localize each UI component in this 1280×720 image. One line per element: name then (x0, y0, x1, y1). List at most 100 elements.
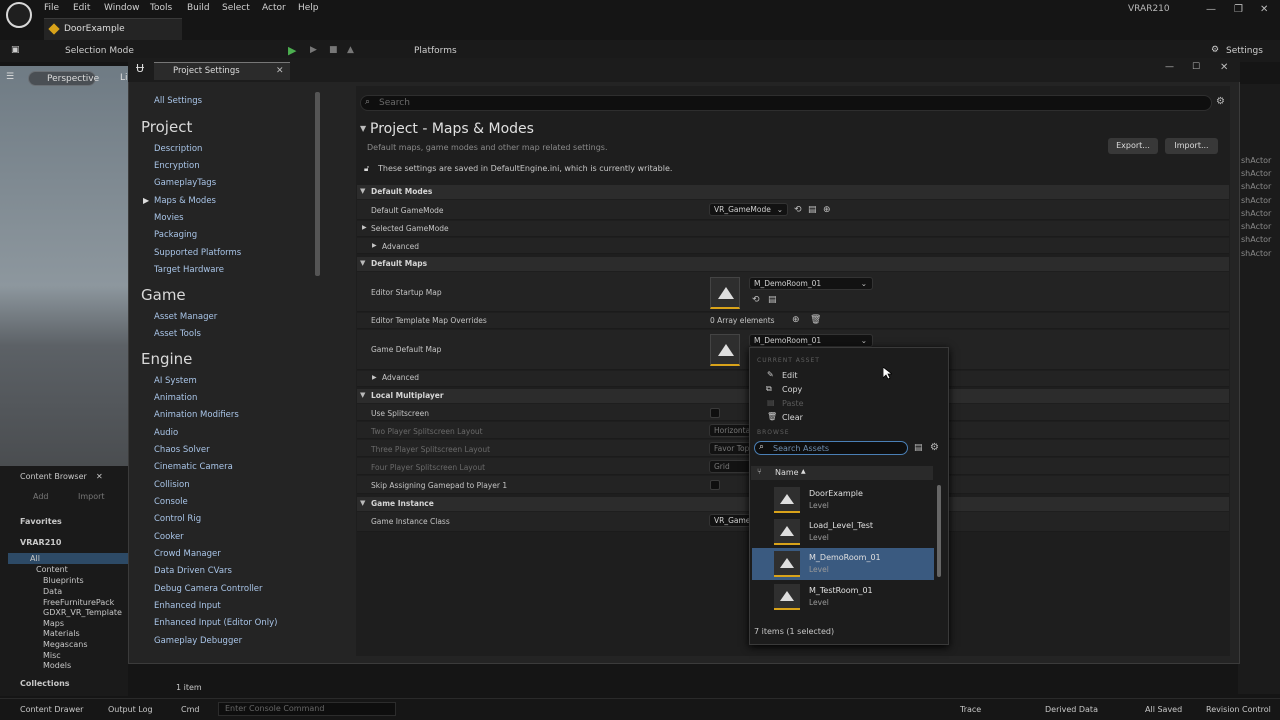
sidebar-item-all-settings[interactable]: All Settings (154, 96, 202, 106)
project-folder[interactable]: VRAR210 (20, 538, 61, 547)
outliner-item[interactable]: shActor (1241, 169, 1271, 178)
content-drawer-button[interactable]: Content Drawer (20, 705, 83, 714)
sidebar-item-audio[interactable]: Audio (154, 428, 178, 438)
paste-menu-item[interactable]: Paste (782, 399, 804, 408)
level-viewport[interactable] (0, 66, 130, 466)
reset-arrow-icon[interactable]: ⟲ (752, 295, 760, 305)
sidebar-item-cinematic-camera[interactable]: Cinematic Camera (154, 462, 233, 472)
tab-project-settings[interactable]: Project Settings ✕ (154, 62, 290, 80)
edit-menu-item[interactable]: Edit (782, 371, 798, 380)
menu-window[interactable]: Window (104, 3, 140, 13)
outliner-item[interactable]: shActor (1241, 235, 1271, 244)
sidebar-item-animation-modifiers[interactable]: Animation Modifiers (154, 410, 239, 420)
outliner-item[interactable]: shActor (1241, 156, 1271, 165)
collections-header[interactable]: Collections (20, 679, 70, 688)
import-button[interactable]: Import (78, 492, 105, 501)
sidebar-item-asset-manager[interactable]: Asset Manager (154, 312, 217, 322)
output-log-button[interactable]: Output Log (108, 705, 153, 714)
outliner-item[interactable]: shActor (1241, 196, 1271, 205)
gear-icon[interactable]: ⚙ (1211, 45, 1219, 55)
name-column-header[interactable]: ⑂ Name ▲ (751, 466, 933, 480)
game-instance-class-select[interactable]: VR_GameI (709, 514, 753, 527)
asset-row-m-demoroom-01[interactable]: M_DemoRoom_01 Level (752, 548, 934, 580)
sidebar-item-chaos-solver[interactable]: Chaos Solver (154, 445, 210, 455)
outliner-item[interactable]: shActor (1241, 222, 1271, 231)
sidebar-item-crowd-manager[interactable]: Crowd Manager (154, 549, 221, 559)
sidebar-item-movies[interactable]: Movies (154, 213, 184, 223)
expand-arrow-icon[interactable]: ▶ (362, 224, 367, 231)
sidebar-item-asset-tools[interactable]: Asset Tools (154, 329, 201, 339)
sidebar-item-collision[interactable]: Collision (154, 480, 190, 490)
add-element-icon[interactable]: ⊕ (792, 315, 800, 325)
hamburger-icon[interactable]: ☰ (6, 72, 14, 82)
outliner-item[interactable]: shActor (1241, 182, 1271, 191)
settings-search-input[interactable]: ⌕ Search (360, 95, 1212, 111)
platforms-button[interactable]: Platforms (414, 46, 457, 56)
minimize-icon[interactable]: — (1206, 4, 1216, 15)
tree-maps[interactable]: Maps (43, 619, 64, 628)
menu-select[interactable]: Select (222, 3, 250, 13)
tree-gdxr-vr-template[interactable]: GDXR_VR_Template (43, 608, 122, 617)
menu-help[interactable]: Help (298, 3, 319, 13)
menu-file[interactable]: File (44, 3, 59, 13)
tree-megascans[interactable]: Megascans (43, 640, 88, 649)
import-button[interactable]: Import... (1165, 138, 1218, 154)
three-player-layout-select[interactable]: Favor Top (709, 442, 753, 455)
stop-icon[interactable]: ■ (329, 45, 338, 55)
skip-gamepad-checkbox[interactable] (710, 480, 720, 490)
eject-icon[interactable]: ▲ (347, 45, 354, 55)
collapse-arrow-icon[interactable]: ▼ (360, 124, 366, 133)
tree-content[interactable]: Content (36, 565, 68, 574)
sidebar-scrollbar[interactable] (315, 92, 320, 276)
tree-freefurniturepack[interactable]: FreeFurniturePack (43, 598, 114, 607)
unreal-logo-icon[interactable] (6, 2, 32, 28)
sidebar-item-packaging[interactable]: Packaging (154, 230, 197, 240)
copy-menu-item[interactable]: Copy (782, 385, 802, 394)
export-button[interactable]: Export... (1108, 138, 1158, 154)
tree-materials[interactable]: Materials (43, 629, 80, 638)
four-player-layout-select[interactable]: Grid (709, 460, 753, 473)
sidebar-item-console[interactable]: Console (154, 497, 188, 507)
sidebar-item-cooker[interactable]: Cooker (154, 532, 184, 542)
selection-mode-button[interactable]: Selection Mode (65, 46, 134, 56)
perspective-button[interactable]: Perspective (28, 71, 99, 86)
default-gamemode-select[interactable]: VR_GameMode ⌄ (709, 203, 788, 216)
reset-arrow-icon[interactable]: ⟲ (794, 205, 802, 215)
add-icon[interactable]: ⊕ (823, 205, 831, 215)
folder-icon[interactable]: ▤ (914, 443, 923, 453)
close-tab-icon[interactable]: ✕ (276, 66, 284, 76)
editor-startup-map-select[interactable]: M_DemoRoom_01 ⌄ (749, 277, 873, 290)
expand-arrow-icon[interactable]: ▶ (372, 242, 377, 249)
tree-misc[interactable]: Misc (43, 651, 61, 660)
close-icon[interactable]: ✕ (1260, 4, 1268, 15)
sidebar-item-enhanced-input-editor-only[interactable]: Enhanced Input (Editor Only) (154, 618, 277, 628)
advanced-modes-label[interactable]: Advanced (382, 242, 419, 251)
menu-edit[interactable]: Edit (73, 3, 90, 13)
sidebar-item-enhanced-input[interactable]: Enhanced Input (154, 601, 221, 611)
minimize-icon[interactable]: — (1165, 62, 1174, 72)
sidebar-item-encryption[interactable]: Encryption (154, 161, 200, 171)
tab-doorexample[interactable]: DoorExample (44, 18, 182, 40)
clear-menu-item[interactable]: Clear (782, 413, 803, 422)
add-button[interactable]: Add (33, 492, 49, 501)
search-assets-input[interactable]: ⌕ Search Assets (754, 441, 908, 455)
sidebar-item-data-driven-cvars[interactable]: Data Driven CVars (154, 566, 232, 576)
trace-button[interactable]: Trace (960, 705, 981, 714)
two-player-layout-select[interactable]: Horizontal (709, 424, 753, 437)
map-thumbnail[interactable] (710, 334, 740, 366)
asset-row-m-testroom-01[interactable]: M_TestRoom_01 Level (752, 581, 934, 613)
map-thumbnail[interactable] (710, 277, 740, 309)
game-default-map-select[interactable]: M_DemoRoom_01 ⌄ (749, 334, 873, 347)
revision-control-button[interactable]: Revision Control (1206, 705, 1271, 714)
gear-icon[interactable]: ⚙ (930, 442, 939, 453)
sidebar-item-animation[interactable]: Animation (154, 393, 197, 403)
sidebar-item-ai-system[interactable]: AI System (154, 376, 197, 386)
play-icon[interactable]: ▶ (288, 44, 296, 57)
tree-blueprints[interactable]: Blueprints (43, 576, 84, 585)
asset-row-load-level-test[interactable]: Load_Level_Test Level (752, 516, 934, 548)
category-default-maps[interactable]: ▼ Default Maps (357, 257, 1229, 271)
close-icon[interactable]: ✕ (1220, 62, 1228, 73)
browse-folder-icon[interactable]: ▤ (768, 295, 777, 305)
outliner-item[interactable]: shActor (1241, 249, 1271, 258)
sidebar-item-gameplaytags[interactable]: GameplayTags (154, 178, 216, 188)
